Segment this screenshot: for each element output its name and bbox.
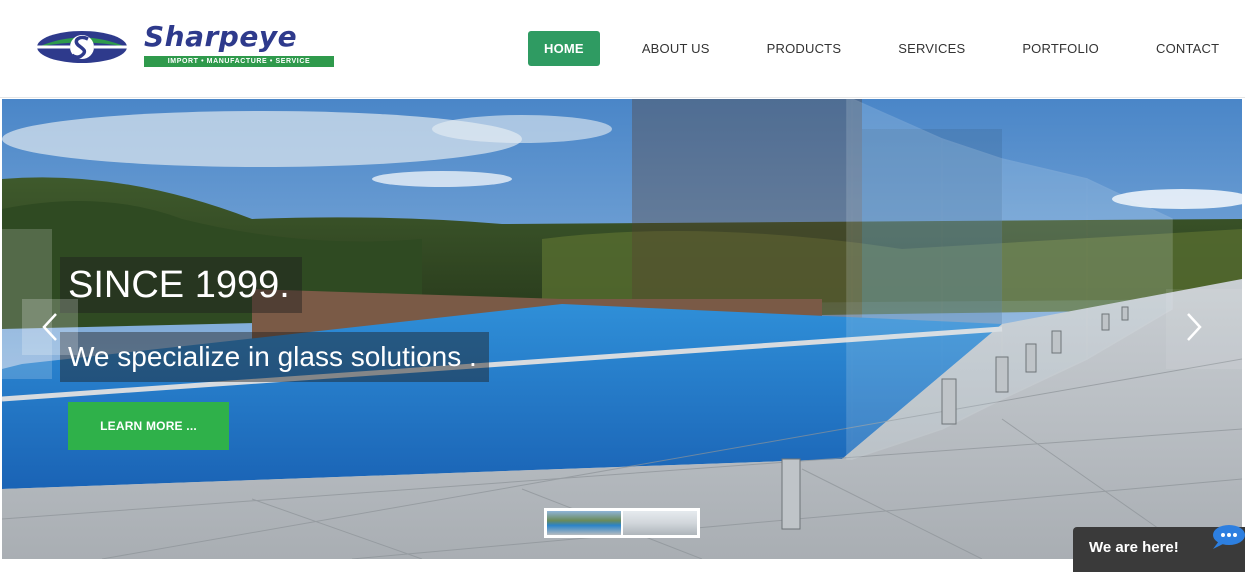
- nav-contact[interactable]: CONTACT: [1156, 31, 1219, 66]
- main-nav: HOME ABOUT US PRODUCTS SERVICES PORTFOLI…: [528, 31, 1219, 66]
- slide-thumbnail-2[interactable]: [623, 511, 697, 535]
- slide-thumbnails: [544, 508, 700, 538]
- chat-widget[interactable]: We are here!: [1073, 525, 1245, 572]
- chat-bubble-icon: [1213, 525, 1245, 549]
- brand-name: Sharpeye: [144, 20, 298, 53]
- slider-prev-button[interactable]: [22, 299, 78, 355]
- chevron-right-icon: [1187, 313, 1202, 341]
- logo-emblem-icon: [36, 31, 128, 63]
- brand-logo[interactable]: Sharpeye IMPORT • MANUFACTURE • SERVICE: [36, 20, 336, 70]
- hero-title: SINCE 1999.: [60, 257, 302, 313]
- chat-label: We are here!: [1089, 539, 1179, 556]
- hero-slider: SINCE 1999. We specialize in glass solut…: [2, 99, 1242, 559]
- chevron-left-icon: [42, 313, 57, 341]
- nav-about-us[interactable]: ABOUT US: [642, 31, 710, 66]
- page: Sharpeye IMPORT • MANUFACTURE • SERVICE …: [0, 0, 1245, 572]
- slide-thumbnail-1[interactable]: [547, 511, 621, 535]
- site-header: Sharpeye IMPORT • MANUFACTURE • SERVICE …: [0, 0, 1245, 98]
- nav-home[interactable]: HOME: [528, 31, 600, 66]
- hero-subtitle: We specialize in glass solutions .: [60, 332, 489, 382]
- nav-portfolio[interactable]: PORTFOLIO: [1022, 31, 1099, 66]
- slider-next-button[interactable]: [1166, 299, 1222, 355]
- hero-background-image: [2, 99, 1242, 559]
- brand-tagline: IMPORT • MANUFACTURE • SERVICE: [144, 56, 334, 67]
- learn-more-button[interactable]: LEARN MORE ...: [68, 402, 229, 450]
- nav-services[interactable]: SERVICES: [898, 31, 965, 66]
- nav-products[interactable]: PRODUCTS: [767, 31, 842, 66]
